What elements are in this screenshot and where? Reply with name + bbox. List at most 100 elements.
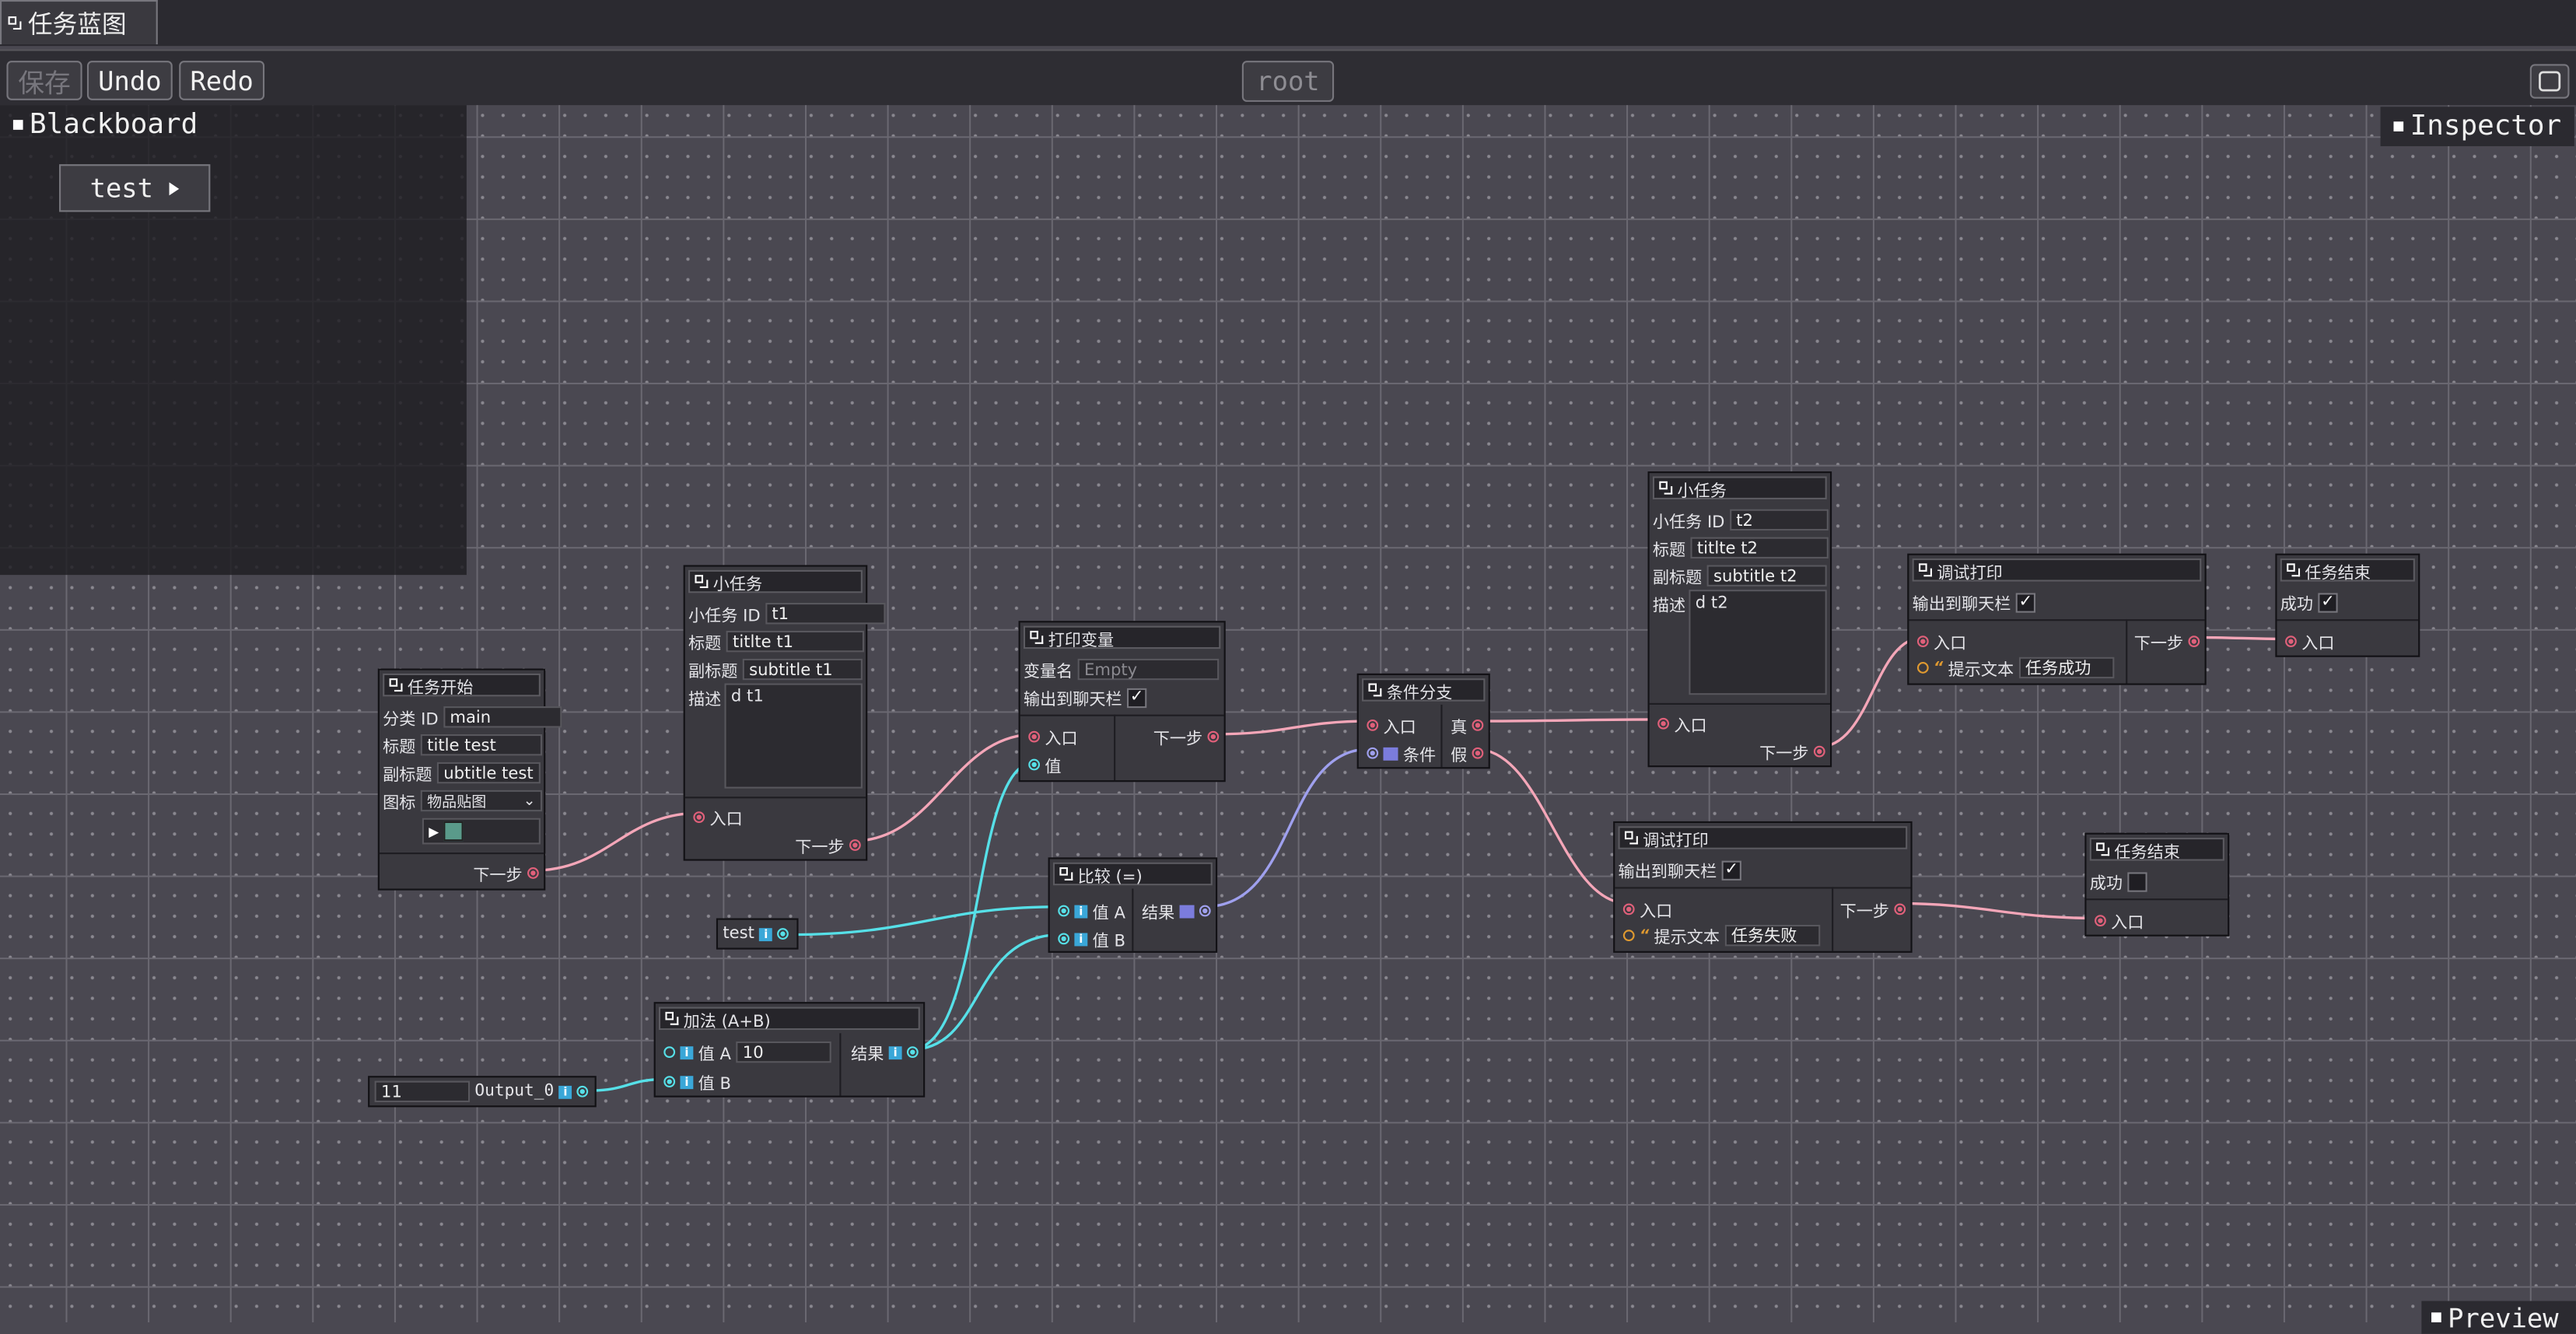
collapse-icon bbox=[12, 120, 23, 130]
exec-in-pin[interactable] bbox=[2095, 915, 2106, 927]
node-compare[interactable]: 比较 (=) i 值 A i 值 B 结果 bbox=[1048, 857, 1218, 953]
text-in-pin[interactable] bbox=[1916, 662, 1929, 674]
value-b-in-pin[interactable] bbox=[1058, 933, 1070, 945]
node-header[interactable]: 小任务 bbox=[1652, 476, 1827, 500]
node-icon bbox=[1030, 630, 1044, 644]
subtitle-input[interactable]: ubtitle test bbox=[436, 762, 541, 784]
value-out-pin[interactable] bbox=[576, 1085, 589, 1098]
exec-in-pin[interactable] bbox=[1028, 730, 1041, 743]
value-in-pin[interactable] bbox=[1028, 758, 1041, 771]
success-checkbox[interactable] bbox=[2127, 871, 2147, 891]
node-header[interactable]: 小任务 bbox=[688, 569, 863, 593]
node-debug-print-success[interactable]: 调试打印 输出到聊天栏 ✓ 入口 “提示文本 任务成功 下一步 bbox=[1907, 553, 2207, 685]
subtask-id-input[interactable]: t2 bbox=[1729, 509, 1829, 531]
exec-out-pin[interactable] bbox=[1894, 903, 1906, 916]
title-input[interactable]: titlte t1 bbox=[726, 630, 865, 653]
node-header[interactable]: 条件分支 bbox=[1362, 678, 1486, 702]
exec-in-pin[interactable] bbox=[693, 811, 705, 824]
string-type-icon: “ bbox=[1639, 927, 1650, 944]
undo-button[interactable]: Undo bbox=[86, 61, 173, 100]
result-out-pin[interactable] bbox=[906, 1046, 919, 1058]
inspector-panel-toggle[interactable]: Inspector bbox=[2380, 107, 2574, 146]
tab-title: 任务蓝图 bbox=[27, 9, 127, 39]
icon-picker[interactable]: ▶ bbox=[422, 818, 541, 845]
field-label: 图标 bbox=[383, 795, 416, 814]
node-header[interactable]: 打印变量 bbox=[1023, 625, 1221, 649]
node-header[interactable]: 任务结束 bbox=[2089, 838, 2224, 862]
description-textarea[interactable]: d t2 bbox=[1689, 590, 1827, 695]
exec-out-pin[interactable] bbox=[527, 867, 539, 879]
exec-in-pin[interactable] bbox=[1657, 717, 1669, 730]
variable-name-input[interactable]: Empty bbox=[1077, 658, 1220, 681]
node-header[interactable]: 比较 (=) bbox=[1052, 862, 1213, 886]
redo-button[interactable]: Redo bbox=[179, 61, 265, 100]
category-input[interactable]: main bbox=[443, 706, 562, 728]
node-variable-test[interactable]: test i bbox=[716, 918, 799, 950]
node-branch[interactable]: 条件分支 入口 条件 真 假 bbox=[1356, 673, 1490, 769]
fullscreen-icon[interactable] bbox=[2529, 64, 2570, 99]
preview-panel-toggle[interactable]: Preview bbox=[2421, 1301, 2576, 1334]
node-task-end-fail[interactable]: 任务结束 成功 入口 bbox=[2084, 832, 2230, 937]
inspector-title: Inspector bbox=[2410, 110, 2562, 143]
exec-in-pin[interactable] bbox=[2285, 635, 2297, 648]
divider bbox=[1832, 887, 1834, 951]
node-print-variable[interactable]: 打印变量 变量名 Empty 输出到聊天栏 ✓ 入口 值 下一步 bbox=[1018, 621, 1226, 783]
node-task-end-success[interactable]: 任务结束 成功 ✓ 入口 bbox=[2275, 553, 2420, 657]
blackboard-variable[interactable]: test bbox=[59, 164, 211, 212]
true-out-pin[interactable] bbox=[1472, 719, 1484, 731]
subtask-id-input[interactable]: t1 bbox=[765, 603, 886, 625]
divider bbox=[1615, 887, 1911, 889]
false-out-pin[interactable] bbox=[1472, 747, 1484, 759]
tab-blueprint[interactable]: 任务蓝图 bbox=[0, 0, 158, 45]
success-checkbox[interactable]: ✓ bbox=[2318, 592, 2338, 612]
int-type-icon: i bbox=[759, 927, 773, 941]
node-header[interactable]: 加法 (A+B) bbox=[658, 1007, 920, 1031]
node-header[interactable]: 任务开始 bbox=[383, 673, 541, 697]
value-b-in-pin[interactable] bbox=[663, 1076, 676, 1088]
node-header[interactable]: 任务结束 bbox=[2280, 558, 2415, 583]
subtitle-input[interactable]: subtitle t1 bbox=[742, 658, 863, 681]
node-add[interactable]: 加法 (A+B) i 值 A 10 i 值 B 结果 i bbox=[653, 1002, 926, 1098]
node-subtask-t1[interactable]: 小任务 小任务 ID t1 标题 titlte t1 副标题 subtitle t1 … bbox=[683, 565, 886, 861]
exec-out-pin[interactable] bbox=[849, 839, 861, 851]
value-a-in-pin[interactable] bbox=[663, 1046, 676, 1058]
exec-in-pin[interactable] bbox=[1916, 635, 1929, 648]
hint-text-input[interactable]: 任务成功 bbox=[2018, 656, 2114, 679]
exec-in-pin[interactable] bbox=[1622, 903, 1635, 916]
output-to-chat-checkbox[interactable]: ✓ bbox=[2015, 592, 2036, 612]
node-subtask-t2[interactable]: 小任务 小任务 ID t2 标题 titlte t2 副标题 subtitle t2 … bbox=[1647, 471, 1832, 768]
root-breadcrumb-button[interactable]: root bbox=[1241, 61, 1335, 102]
condition-in-pin[interactable] bbox=[1367, 747, 1379, 759]
exec-out-pin[interactable] bbox=[1813, 745, 1825, 758]
node-header[interactable]: 调试打印 bbox=[1618, 826, 1908, 850]
constant-value-input[interactable]: 11 bbox=[374, 1080, 471, 1103]
description-textarea[interactable]: d t1 bbox=[724, 683, 863, 789]
title-input[interactable]: title test bbox=[420, 734, 543, 756]
port-label: 真 bbox=[1451, 719, 1468, 738]
title-input[interactable]: titlte t2 bbox=[1690, 537, 1829, 559]
result-out-pin[interactable] bbox=[1199, 905, 1211, 917]
subtitle-input[interactable]: subtitle t2 bbox=[1706, 565, 1827, 586]
blackboard-header[interactable]: Blackboard bbox=[12, 108, 198, 142]
value-a-in-pin[interactable] bbox=[1058, 905, 1070, 917]
port-label: 值 A bbox=[698, 1046, 731, 1065]
icon-type-select[interactable]: 物品贴图 ⌄ bbox=[420, 790, 543, 812]
value-out-pin[interactable] bbox=[777, 928, 789, 940]
exec-in-pin[interactable] bbox=[1367, 719, 1379, 731]
hint-text-input[interactable]: 任务失败 bbox=[1724, 924, 1820, 947]
output-to-chat-checkbox[interactable]: ✓ bbox=[1126, 687, 1147, 708]
node-constant[interactable]: 11 Output_0 i bbox=[368, 1076, 597, 1108]
exec-out-pin[interactable] bbox=[2188, 635, 2200, 648]
value-a-input[interactable]: 10 bbox=[736, 1041, 831, 1063]
node-debug-print-fail[interactable]: 调试打印 输出到聊天栏 ✓ 入口 “提示文本 任务失败 下一步 bbox=[1613, 821, 1913, 953]
divider bbox=[1132, 888, 1134, 951]
node-task-start[interactable]: 任务开始 分类 ID main 标题 title test 副标题 ubtitle t… bbox=[377, 668, 562, 891]
node-icon bbox=[1919, 563, 1932, 577]
save-button[interactable]: 保存 bbox=[6, 61, 82, 100]
exec-out-pin[interactable] bbox=[1207, 730, 1220, 743]
node-header[interactable]: 调试打印 bbox=[1912, 558, 2202, 583]
divider bbox=[684, 797, 866, 799]
port-label: 下一步 bbox=[1759, 745, 1809, 764]
output-to-chat-checkbox[interactable]: ✓ bbox=[1721, 860, 1741, 880]
text-in-pin[interactable] bbox=[1622, 930, 1635, 942]
